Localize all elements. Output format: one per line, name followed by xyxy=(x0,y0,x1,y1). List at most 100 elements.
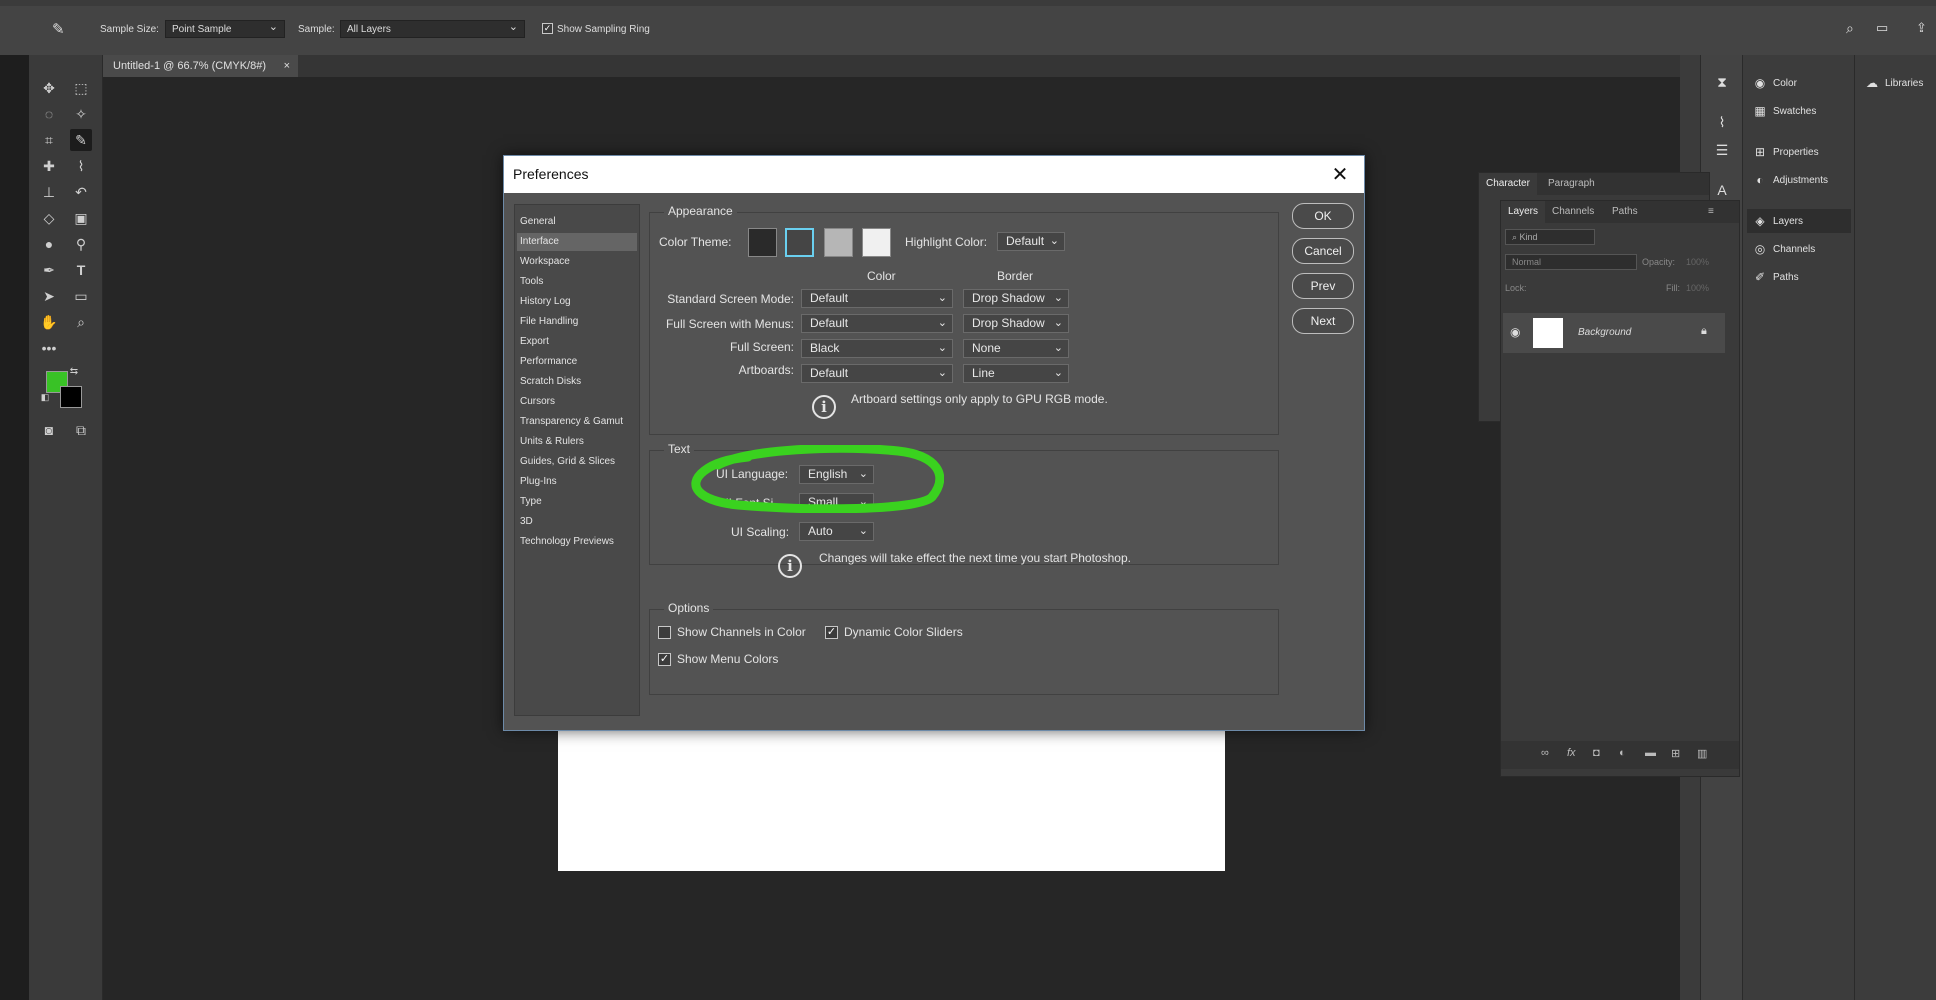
nav-item-units-rulers[interactable]: Units & Rulers xyxy=(517,433,637,451)
eyedropper-tool-icon[interactable]: ✎ xyxy=(70,129,92,151)
move-tool-icon[interactable]: ✥ xyxy=(38,77,60,99)
artboards-border-select[interactable]: Line ⌄ xyxy=(963,364,1069,383)
eyedropper-tool-icon[interactable]: ✎ xyxy=(52,20,65,38)
opacity-value[interactable]: 100% xyxy=(1686,257,1709,267)
screen-mode-icon[interactable]: ⧉ xyxy=(70,419,92,441)
crop-tool-icon[interactable]: ⌗ xyxy=(38,129,60,151)
background-color-swatch[interactable] xyxy=(60,386,82,408)
adjust-panel-icon[interactable]: ☰ xyxy=(1711,139,1733,161)
theme-swatch-darkest[interactable] xyxy=(748,228,777,257)
nav-item-type[interactable]: Type xyxy=(517,493,637,511)
tab-channels[interactable]: Channels xyxy=(1545,201,1601,223)
brush-panel-icon[interactable]: ⌇ xyxy=(1711,111,1733,133)
link-icon[interactable]: ∞ xyxy=(1541,747,1549,759)
tab-paths[interactable]: Paths xyxy=(1605,201,1645,223)
full-screen-color-select[interactable]: Black ⌄ xyxy=(801,339,953,358)
blur-tool-icon[interactable]: ● xyxy=(38,233,60,255)
quick-mask-icon[interactable]: ◙ xyxy=(38,419,60,441)
sample-select[interactable]: All Layers xyxy=(340,18,525,38)
path-select-tool-icon[interactable]: ➤ xyxy=(38,285,60,307)
highlight-color-select[interactable]: Default ⌄ xyxy=(997,232,1065,251)
panel-adjustments[interactable]: ◐ Adjustments xyxy=(1747,168,1851,192)
ok-button[interactable]: OK xyxy=(1292,203,1354,229)
ui-language-select[interactable]: English ⌄ xyxy=(799,465,874,484)
marquee-tool-icon[interactable]: ⬚ xyxy=(70,77,92,99)
next-button[interactable]: Next xyxy=(1292,308,1354,334)
show-channels-checkbox[interactable] xyxy=(658,626,671,639)
full-screen-menus-border-select[interactable]: Drop Shadow ⌄ xyxy=(963,314,1069,333)
panel-color[interactable]: ◉ Color xyxy=(1747,71,1851,95)
nav-item-transparency[interactable]: Transparency & Gamut xyxy=(517,413,637,431)
eraser-tool-icon[interactable]: ◇ xyxy=(38,207,60,229)
fx-icon[interactable]: fx xyxy=(1567,747,1576,759)
type-tool-icon[interactable]: T xyxy=(70,259,92,281)
more-tools-icon[interactable]: ••• xyxy=(38,337,60,359)
healing-tool-icon[interactable]: ✚ xyxy=(38,155,60,177)
zoom-tool-icon[interactable]: ⌕ xyxy=(70,311,92,333)
document-tab[interactable]: Untitled-1 @ 66.7% (CMYK/8#) × xyxy=(103,55,298,77)
character-panel-icon[interactable]: A xyxy=(1711,179,1733,201)
gradient-tool-icon[interactable]: ▣ xyxy=(70,207,92,229)
panel-channels[interactable]: ◎ Channels xyxy=(1747,237,1851,261)
panel-paths[interactable]: ✐ Paths xyxy=(1747,265,1851,289)
hand-tool-icon[interactable]: ✋ xyxy=(38,311,60,333)
nav-item-cursors[interactable]: Cursors xyxy=(517,393,637,411)
dynamic-sliders-checkbox[interactable]: ✓ xyxy=(825,626,838,639)
new-layer-icon[interactable]: ⊞ xyxy=(1671,747,1680,760)
layer-row[interactable]: ◉ Background 🔒︎ xyxy=(1503,313,1725,353)
adjustment-layer-icon[interactable]: ◐ xyxy=(1619,747,1626,759)
nav-item-performance[interactable]: Performance xyxy=(517,353,637,371)
document-canvas[interactable] xyxy=(558,730,1225,871)
show-sampling-ring-checkbox[interactable]: ✓ xyxy=(542,23,553,34)
layer-filter-kind[interactable]: ⌕ Kind xyxy=(1505,229,1595,245)
panel-libraries[interactable]: ☁ Libraries xyxy=(1859,71,1936,95)
lasso-tool-icon[interactable]: ◌ xyxy=(38,103,60,125)
trash-icon[interactable]: ▥ xyxy=(1697,747,1707,760)
history-panel-icon[interactable]: ⧗ xyxy=(1711,71,1733,93)
workspace-icon[interactable]: ▭ xyxy=(1876,20,1888,36)
share-icon[interactable]: ⇪ xyxy=(1916,20,1927,36)
theme-swatch-light[interactable] xyxy=(824,228,853,257)
default-colors-icon[interactable]: ◧ xyxy=(39,391,51,403)
swap-colors-icon[interactable]: ⇆ xyxy=(67,364,81,378)
rectangle-tool-icon[interactable]: ▭ xyxy=(70,285,92,307)
blend-mode-select[interactable]: Normal xyxy=(1505,254,1637,270)
nav-item-export[interactable]: Export xyxy=(517,333,637,351)
nav-item-general[interactable]: General xyxy=(517,213,637,231)
search-icon[interactable]: ⌕ xyxy=(1846,20,1854,37)
history-brush-icon[interactable]: ↶ xyxy=(70,181,92,203)
full-screen-menus-color-select[interactable]: Default ⌄ xyxy=(801,314,953,333)
cancel-button[interactable]: Cancel xyxy=(1292,238,1354,264)
quick-select-tool-icon[interactable]: ✧ xyxy=(70,103,92,125)
tab-character[interactable]: Character xyxy=(1479,173,1537,195)
brush-tool-icon[interactable]: ⌇ xyxy=(70,155,92,177)
standard-screen-border-select[interactable]: Drop Shadow ⌄ xyxy=(963,289,1069,308)
sample-size-select[interactable]: Point Sample xyxy=(165,18,285,38)
dodge-tool-icon[interactable]: ⚲ xyxy=(70,233,92,255)
panel-menu-icon[interactable]: ≡ xyxy=(1701,201,1721,223)
visibility-eye-icon[interactable]: ◉ xyxy=(1510,325,1520,339)
artboards-color-select[interactable]: Default ⌄ xyxy=(801,364,953,383)
nav-item-tools[interactable]: Tools xyxy=(517,273,637,291)
stamp-tool-icon[interactable]: ⊥ xyxy=(38,181,60,203)
folder-icon[interactable]: ▬ xyxy=(1645,747,1656,759)
nav-item-guides[interactable]: Guides, Grid & Slices xyxy=(517,453,637,471)
show-menu-colors-checkbox[interactable]: ✓ xyxy=(658,653,671,666)
ui-font-size-select[interactable]: Small ⌄ xyxy=(799,493,874,512)
theme-swatch-dark[interactable] xyxy=(785,228,814,257)
nav-item-workspace[interactable]: Workspace xyxy=(517,253,637,271)
tab-paragraph[interactable]: Paragraph xyxy=(1541,173,1602,195)
nav-item-technology-previews[interactable]: Technology Previews xyxy=(517,533,637,551)
prev-button[interactable]: Prev xyxy=(1292,273,1354,299)
panel-swatches[interactable]: ▦ Swatches xyxy=(1747,99,1851,123)
nav-item-history-log[interactable]: History Log xyxy=(517,293,637,311)
pen-tool-icon[interactable]: ✒ xyxy=(38,259,60,281)
nav-item-file-handling[interactable]: File Handling xyxy=(517,313,637,331)
close-icon[interactable]: ✕ xyxy=(1326,160,1354,188)
theme-swatch-lightest[interactable] xyxy=(862,228,891,257)
nav-item-plugins[interactable]: Plug-Ins xyxy=(517,473,637,491)
nav-item-3d[interactable]: 3D xyxy=(517,513,637,531)
fill-value[interactable]: 100% xyxy=(1686,283,1709,293)
panel-layers[interactable]: ◈ Layers xyxy=(1747,209,1851,233)
mask-icon[interactable]: ◘ xyxy=(1593,747,1600,759)
